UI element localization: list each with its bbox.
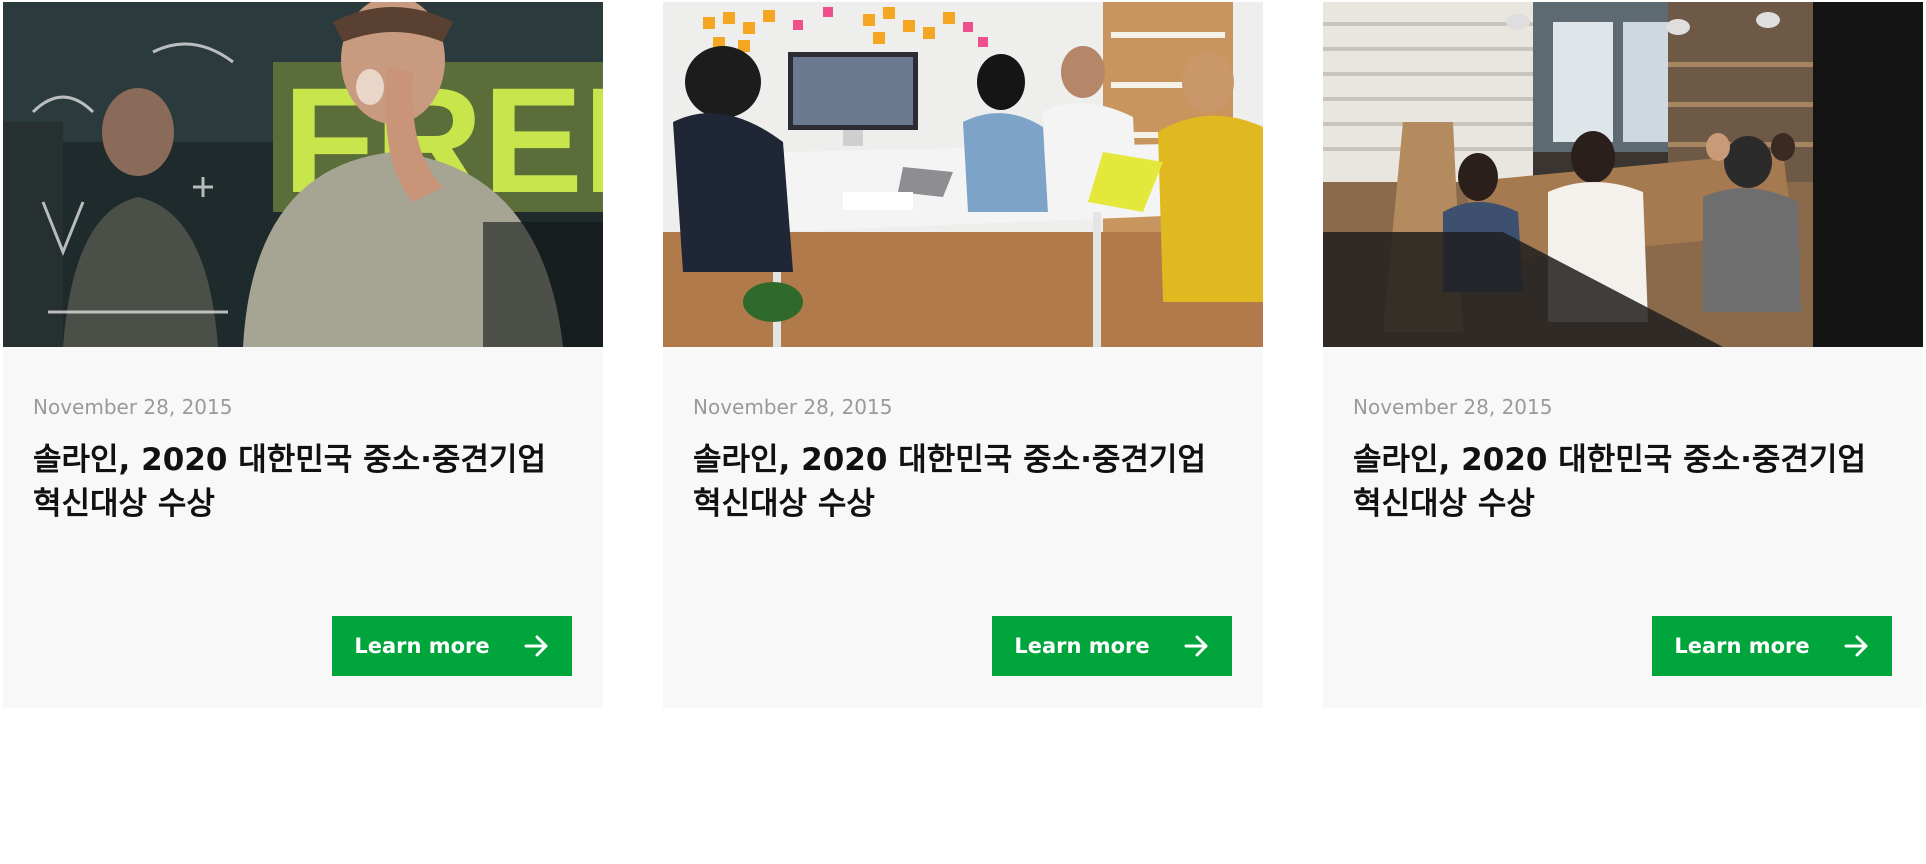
post-title[interactable]: 솔라인, 2020 대한민국 중소·중견기업 혁신대상 수상	[693, 438, 1233, 526]
news-card[interactable]: November 28, 2015 솔라인, 2020 대한민국 중소·중견기업…	[1323, 2, 1923, 708]
learn-more-label: Learn more	[1674, 634, 1810, 658]
learn-more-label: Learn more	[354, 634, 490, 658]
post-date: November 28, 2015	[1353, 395, 1553, 419]
news-card-list: FREE November 28, 2015 솔라인	[3, 2, 1923, 708]
post-date: November 28, 2015	[33, 395, 233, 419]
post-date: November 28, 2015	[693, 395, 893, 419]
news-card[interactable]: November 28, 2015 솔라인, 2020 대한민국 중소·중견기업…	[663, 2, 1263, 708]
learn-more-button[interactable]: Learn more	[992, 616, 1232, 676]
learn-more-button[interactable]: Learn more	[1652, 616, 1892, 676]
news-card[interactable]: FREE November 28, 2015 솔라인	[3, 2, 603, 708]
team-meeting-photo[interactable]	[663, 2, 1263, 347]
learn-more-label: Learn more	[1014, 634, 1150, 658]
post-title[interactable]: 솔라인, 2020 대한민국 중소·중견기업 혁신대상 수상	[1353, 438, 1893, 526]
arrow-right-icon	[1184, 635, 1210, 657]
whiteboard-marketing-photo[interactable]: FREE	[3, 2, 603, 347]
learn-more-button[interactable]: Learn more	[332, 616, 572, 676]
post-title[interactable]: 솔라인, 2020 대한민국 중소·중견기업 혁신대상 수상	[33, 438, 573, 526]
office-table-photo[interactable]	[1323, 2, 1923, 347]
arrow-right-icon	[524, 635, 550, 657]
arrow-right-icon	[1844, 635, 1870, 657]
